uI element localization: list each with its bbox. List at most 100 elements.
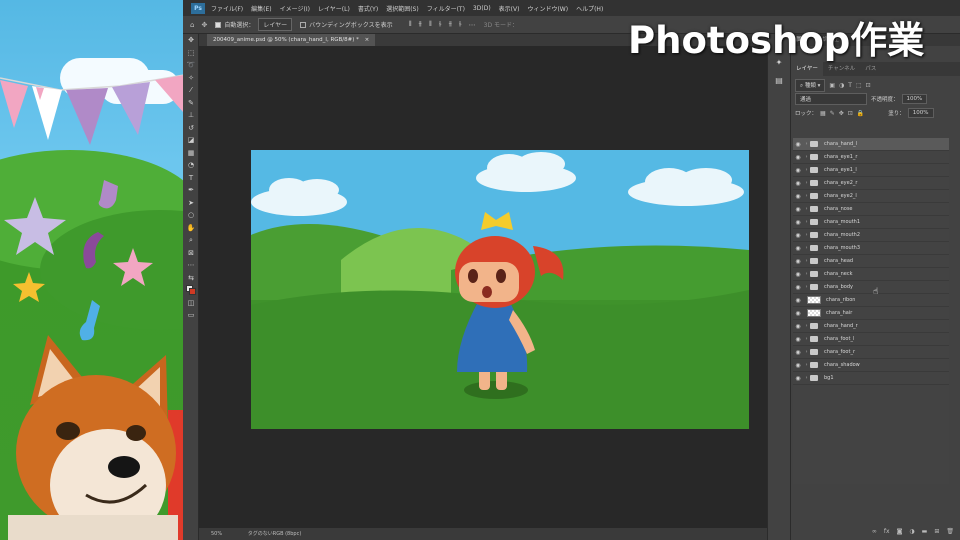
menu-file[interactable]: ファイル(F) — [211, 4, 243, 13]
zoom-level[interactable]: 50% — [211, 531, 222, 537]
eye-icon[interactable]: ◉ — [793, 180, 803, 187]
move-tool-icon[interactable]: ✥ — [201, 21, 207, 29]
eye-icon[interactable]: ◉ — [793, 167, 803, 174]
chevron-right-icon[interactable]: › — [803, 141, 810, 147]
lock-pixels-icon[interactable]: ✎ — [830, 110, 835, 117]
eye-icon[interactable]: ◉ — [793, 284, 803, 291]
align-left-icon[interactable]: ⫴ — [409, 20, 412, 29]
eye-icon[interactable]: ◉ — [793, 193, 803, 200]
eye-icon[interactable]: ◉ — [793, 154, 803, 161]
document-tab[interactable]: 200409_anime.psd @ 50% (chara_hand_l, RG… — [207, 34, 376, 46]
chevron-right-icon[interactable]: › — [803, 362, 810, 368]
hand-tool-icon[interactable]: ✋ — [183, 222, 199, 235]
lasso-tool-icon[interactable]: ➰ — [183, 59, 199, 72]
layer-row[interactable]: ◉ › chara_mouth1 — [793, 216, 949, 229]
chevron-right-icon[interactable]: › — [803, 193, 810, 199]
menu-layer[interactable]: レイヤー(L) — [318, 4, 350, 13]
lock-position-icon[interactable]: ✥ — [839, 110, 844, 117]
layer-row[interactable]: ◉ chara_ribon — [793, 294, 949, 307]
chevron-right-icon[interactable]: › — [803, 271, 810, 277]
eye-icon[interactable]: ◉ — [793, 271, 803, 278]
color-swatch-icon[interactable] — [183, 284, 199, 297]
dodge-tool-icon[interactable]: ◔ — [183, 159, 199, 172]
brush-tool-icon[interactable]: ✎ — [183, 97, 199, 110]
frame-tool-icon[interactable]: ⊠ — [183, 247, 199, 260]
distribute-icon[interactable]: ⋯ — [469, 21, 476, 29]
menu-type[interactable]: 書式(Y) — [358, 4, 378, 13]
adjustment-layer-icon[interactable]: ◑ — [909, 528, 914, 535]
menu-select[interactable]: 選択範囲(S) — [386, 4, 419, 13]
layer-row[interactable]: ◉ › chara_eye1_r — [793, 151, 949, 164]
layer-row[interactable]: ◉ › chara_mouth3 — [793, 242, 949, 255]
filter-shape-icon[interactable]: ⬚ — [856, 82, 862, 89]
layer-row[interactable]: ◉ › bg1 — [793, 372, 949, 385]
eraser-tool-icon[interactable]: ◪ — [183, 134, 199, 147]
layer-row[interactable]: ◉ › chara_mouth2 — [793, 229, 949, 242]
chevron-right-icon[interactable]: › — [803, 284, 810, 290]
layer-row[interactable]: ◉ chara_hair — [793, 307, 949, 320]
tab-paths[interactable]: パス — [860, 62, 881, 76]
eye-icon[interactable]: ◉ — [793, 206, 803, 213]
chevron-right-icon[interactable]: › — [803, 167, 810, 173]
menu-window[interactable]: ウィンドウ(W) — [527, 4, 568, 13]
eye-icon[interactable]: ◉ — [793, 141, 803, 148]
eye-icon[interactable]: ◉ — [793, 219, 803, 226]
fill-field[interactable]: 100% — [907, 108, 934, 118]
screen-mode-icon[interactable]: ▭ — [183, 309, 199, 322]
new-layer-icon[interactable]: ⊞ — [934, 528, 939, 535]
align-middle-icon[interactable]: ⫵ — [449, 20, 452, 29]
layer-row[interactable]: ◉ › chara_hand_l — [793, 138, 949, 151]
chevron-right-icon[interactable]: › — [803, 245, 810, 251]
eye-icon[interactable]: ◉ — [793, 245, 803, 252]
eye-icon[interactable]: ◉ — [793, 297, 803, 304]
layer-row[interactable]: ◉ › chara_foot_r — [793, 346, 949, 359]
menu-help[interactable]: ヘルプ(H) — [576, 4, 603, 13]
document-canvas-area[interactable] — [199, 46, 777, 528]
more-tools-icon[interactable]: ⋯ — [183, 259, 199, 272]
new-group-icon[interactable]: ▬ — [922, 528, 928, 535]
eye-icon[interactable]: ◉ — [793, 310, 803, 317]
eye-icon[interactable]: ◉ — [793, 336, 803, 343]
layer-filter-dropdown[interactable]: ⌕ 種類 ▾ — [795, 78, 826, 92]
layer-style-icon[interactable]: fx — [884, 528, 890, 535]
type-tool-icon[interactable]: T — [183, 172, 199, 185]
menu-view[interactable]: 表示(V) — [499, 4, 520, 13]
layer-row[interactable]: ◉ › chara_neck — [793, 268, 949, 281]
move-tool-icon[interactable]: ✥ — [183, 34, 199, 47]
home-icon[interactable]: ⌂ — [190, 21, 194, 29]
eye-icon[interactable]: ◉ — [793, 323, 803, 330]
shape-tool-icon[interactable]: ○ — [183, 209, 199, 222]
blend-mode-dropdown[interactable]: 通過 — [795, 93, 867, 105]
chevron-right-icon[interactable]: › — [803, 219, 810, 225]
layer-row[interactable]: ◉ › chara_shadow — [793, 359, 949, 372]
layer-row[interactable]: ◉ › chara_head — [793, 255, 949, 268]
eye-icon[interactable]: ◉ — [793, 232, 803, 239]
bounding-box-checkbox[interactable]: バウンディングボックスを表示 — [300, 20, 393, 29]
magic-wand-tool-icon[interactable]: ✧ — [183, 72, 199, 85]
chevron-right-icon[interactable]: › — [803, 232, 810, 238]
auto-select-target-dropdown[interactable]: レイヤー — [258, 18, 293, 31]
chevron-right-icon[interactable]: › — [803, 349, 810, 355]
chevron-right-icon[interactable]: › — [803, 375, 810, 381]
marquee-tool-icon[interactable]: ⬚ — [183, 47, 199, 60]
quick-mask-icon[interactable]: ◫ — [183, 297, 199, 310]
pen-tool-icon[interactable]: ✒ — [183, 184, 199, 197]
info-panel-icon[interactable]: ▤ — [768, 74, 790, 88]
align-bottom-icon[interactable]: ⫳ — [459, 20, 462, 29]
eye-icon[interactable]: ◉ — [793, 362, 803, 369]
delete-layer-icon[interactable]: 🗑 — [946, 528, 954, 535]
tab-layers[interactable]: レイヤー — [791, 62, 823, 76]
menu-filter[interactable]: フィルター(T) — [427, 4, 465, 13]
lock-all-icon[interactable]: 🔒 — [857, 110, 864, 117]
filter-adjust-icon[interactable]: ◑ — [839, 82, 844, 89]
eye-icon[interactable]: ◉ — [793, 375, 803, 382]
chevron-right-icon[interactable]: › — [803, 336, 810, 342]
menu-image[interactable]: イメージ(I) — [280, 4, 310, 13]
eye-icon[interactable]: ◉ — [793, 349, 803, 356]
chevron-right-icon[interactable]: › — [803, 206, 810, 212]
layer-row[interactable]: ◉ › chara_body — [793, 281, 949, 294]
layer-row[interactable]: ◉ › chara_eye2_r — [793, 177, 949, 190]
add-mask-icon[interactable]: ◙ — [897, 528, 903, 535]
tab-channels[interactable]: チャンネル — [823, 62, 860, 76]
lock-transparent-icon[interactable]: ▦ — [820, 110, 826, 117]
